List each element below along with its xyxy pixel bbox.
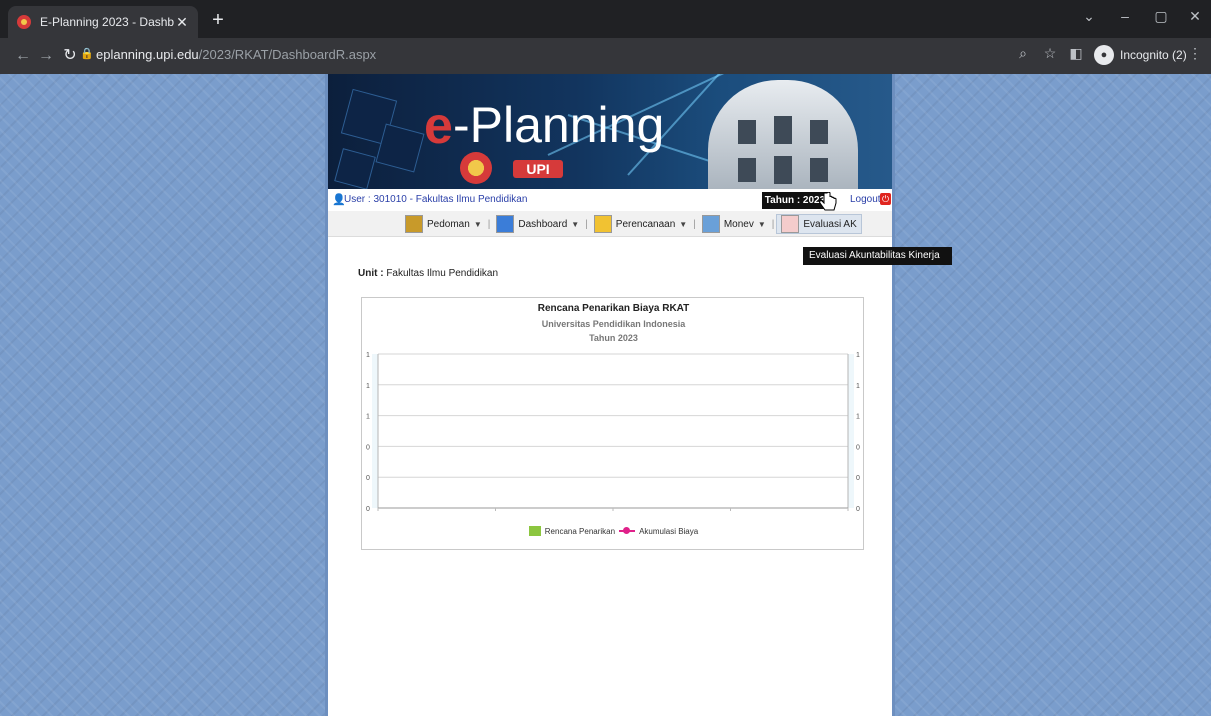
user-bar: 👤 User : 301010 - Fakultas Ilmu Pendidik… [328,189,892,211]
tab-title: E-Planning 2023 - Dashboard [40,15,174,29]
user-info: User : 301010 - Fakultas Ilmu Pendidikan [344,194,528,205]
menu-label: Monev [723,218,754,230]
chevron-down-icon: ▼ [571,219,580,229]
y-tick-left: 0 [366,506,370,513]
menu-label: Pedoman [427,218,470,230]
upi-logo-text: UPI [526,161,550,177]
menu-kebab-icon[interactable]: ⋮ [1185,45,1205,62]
chevron-down-icon: ▼ [473,219,482,229]
chevron-down-icon: ▼ [757,219,766,229]
chart-panel: Rencana Penarikan Biaya RKAT Universitas… [361,297,864,550]
y-tick-left: 1 [366,414,370,421]
minimize-button[interactable]: – [1111,8,1139,24]
evaluasi-icon [781,215,800,233]
y-tick-left: 0 [366,444,370,451]
monev-icon [701,215,720,233]
logo-e: e [424,97,453,155]
y-tick-left: 0 [366,475,370,482]
perencanaan-icon [593,215,612,233]
logo-planning: -Planning [453,97,665,153]
main-menu-bar: Pedoman ▼ | Dashboard ▼ | Perencanaan ▼ … [328,211,892,237]
y-tick-right: 0 [856,444,860,451]
hand-cursor-icon [819,192,837,211]
new-tab-button[interactable]: + [206,10,230,30]
menu-pedoman[interactable]: Pedoman ▼ [401,214,486,234]
menu-label: Dashboard [518,218,568,230]
side-panel-icon[interactable]: ◧ [1066,45,1086,62]
reload-icon[interactable]: ↻ [60,47,80,65]
page-viewport: e -Planning UPI 👤 User : 301010 - Fakult… [0,74,1211,716]
lock-icon: 🔒 [80,48,94,60]
incognito-icon: ● [1094,45,1114,65]
menu-label: Perencanaan [615,218,676,230]
y-tick-right: 1 [856,414,860,421]
incognito-indicator[interactable]: ● Incognito (2) [1094,45,1187,65]
legend-bar-swatch[interactable] [528,526,541,536]
menu-evaluasi-ak[interactable]: Evaluasi AK [776,214,862,234]
tab-close-icon[interactable]: ✕ [174,14,190,31]
menu-dashboard[interactable]: Dashboard ▼ [492,214,583,234]
zoom-icon[interactable]: ⌕ [1013,45,1033,62]
plot-area [378,354,848,508]
upi-favicon-icon [17,15,31,29]
chevron-down-icon: ▼ [679,219,688,229]
back-icon[interactable]: ← [13,47,33,65]
address-bar[interactable]: eplanning.upi.edu/2023/RKAT/DashboardR.a… [96,47,376,62]
legend-item[interactable]: Rencana Penarikan [545,527,615,536]
header-banner: e -Planning UPI [328,74,892,189]
browser-tab[interactable]: E-Planning 2023 - Dashboard ✕ [8,6,198,38]
url-path: /2023/RKAT/DashboardR.aspx [198,47,377,62]
upi-logo: UPI [513,160,563,178]
tab-search-icon[interactable]: ⌄ [1075,8,1103,25]
incognito-label: Incognito (2) [1120,48,1187,62]
logout-link[interactable]: Logout [850,194,881,205]
y-tick-right: 1 [856,383,860,390]
dashboard-icon [496,215,515,233]
unit-caption: Unit : [358,268,384,279]
chart-plot: 1 1 1 1 1 1 0 0 0 0 0 0 [366,352,860,513]
unit-value: Fakultas Ilmu Pendidikan [386,268,499,279]
forward-icon[interactable]: → [36,47,56,65]
y-axis-right-strip [848,354,854,508]
menu-monev[interactable]: Monev ▼ [698,214,770,234]
bookmark-star-icon[interactable]: ☆ [1040,45,1060,62]
maximize-button[interactable]: ▢ [1147,8,1175,25]
chart-legend: Rencana Penarikan Akumulasi Biaya [362,526,865,536]
power-icon[interactable]: ⏻ [880,193,891,205]
decor-cube [375,123,425,173]
menu-label: Evaluasi AK [803,218,857,230]
page-container: e -Planning UPI 👤 User : 301010 - Fakult… [325,74,895,716]
y-axis-left-strip [372,354,378,508]
y-tick-right: 1 [856,352,860,359]
building-image [708,80,858,189]
legend-item[interactable]: Akumulasi Biaya [639,527,698,536]
legend-line-swatch[interactable] [619,526,636,536]
y-tick-right: 0 [856,506,860,513]
pedoman-icon [405,215,423,233]
unit-label: Unit : Fakultas Ilmu Pendidikan [358,268,498,279]
decor-cube [334,148,376,189]
menu-tooltip: Evaluasi Akuntabilitas Kinerja [803,247,952,265]
y-tick-right: 0 [856,475,860,482]
browser-titlebar: E-Planning 2023 - Dashboard ✕ + ⌄ – ▢ ✕ [0,0,1211,38]
upi-emblem-icon [460,152,492,184]
y-tick-left: 1 [366,352,370,359]
close-window-button[interactable]: ✕ [1181,8,1209,25]
y-tick-left: 1 [366,383,370,390]
url-host: eplanning.upi.edu [96,47,199,62]
menu-perencanaan[interactable]: Perencanaan ▼ [590,214,691,234]
